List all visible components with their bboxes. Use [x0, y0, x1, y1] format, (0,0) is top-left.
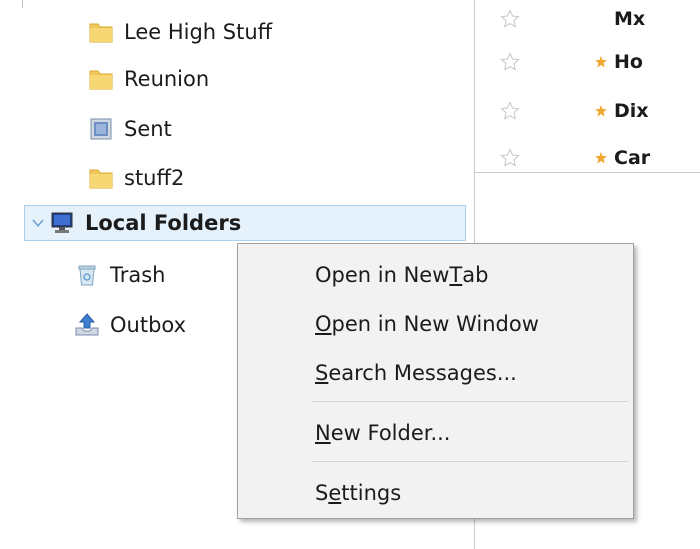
- chevron-down-icon[interactable]: [31, 216, 45, 230]
- message-row[interactable]: Dix: [500, 96, 700, 126]
- star-icon[interactable]: [500, 52, 520, 72]
- menu-separator: [312, 401, 628, 402]
- menu-item-search-messages[interactable]: Search Messages...: [238, 353, 633, 393]
- star-icon[interactable]: [500, 9, 520, 29]
- folder-item-outbox[interactable]: Outbox: [74, 308, 186, 342]
- star-icon[interactable]: [500, 101, 520, 121]
- menu-separator: [312, 461, 628, 462]
- outbox-icon: [75, 313, 99, 336]
- folder-label: Reunion: [124, 67, 210, 91]
- folder-item-reunion[interactable]: Reunion: [88, 62, 209, 96]
- message-subject: Dix: [614, 100, 649, 122]
- menu-item-settings[interactable]: Se ttings: [238, 473, 633, 513]
- folder-item-sent[interactable]: Sent: [88, 112, 172, 146]
- folder-label: Lee High Stuff: [124, 20, 273, 44]
- folder-item-stuff2[interactable]: stuff2: [88, 161, 184, 195]
- folder-icon: [89, 169, 113, 189]
- folder-label: Outbox: [110, 313, 187, 337]
- menu-item-open-in-new-window[interactable]: Open in New Window: [238, 304, 633, 344]
- unread-marker-icon: [595, 105, 607, 117]
- unread-marker-icon: [595, 152, 607, 164]
- folder-item-trash[interactable]: Trash: [74, 258, 166, 292]
- folder-item-lee-high-stuff[interactable]: Lee High Stuff: [88, 15, 272, 49]
- menu-item-open-in-new-tab[interactable]: Open in New Tab: [238, 255, 633, 295]
- folder-icon: [89, 70, 113, 90]
- folder-label: Trash: [110, 263, 166, 287]
- folder-label: Local Folders: [85, 211, 242, 235]
- computer-icon: [51, 212, 73, 233]
- message-row[interactable]: Car: [500, 143, 700, 173]
- folder-item-local-folders[interactable]: Local Folders: [24, 205, 466, 241]
- message-row[interactable]: Mx: [500, 4, 700, 34]
- thunderbird-window: Lee High Stuff Reunion Sent stuff2 Local…: [0, 0, 700, 549]
- sent-folder-icon: [90, 118, 112, 140]
- star-icon[interactable]: [500, 148, 520, 168]
- message-row[interactable]: Ho: [500, 47, 700, 77]
- unread-marker-icon: [595, 56, 607, 68]
- message-list-border: [475, 172, 700, 173]
- menu-item-new-folder[interactable]: New Folder...: [238, 413, 633, 453]
- trash-icon: [78, 265, 96, 286]
- message-subject: Mx: [614, 8, 646, 30]
- folder-label: Sent: [124, 117, 172, 141]
- folder-icon: [89, 23, 113, 43]
- message-subject: Ho: [614, 51, 643, 73]
- context-menu: Open in New Tab Open in New Window Searc…: [237, 243, 634, 519]
- folder-label: stuff2: [124, 166, 185, 190]
- message-subject: Car: [614, 147, 651, 169]
